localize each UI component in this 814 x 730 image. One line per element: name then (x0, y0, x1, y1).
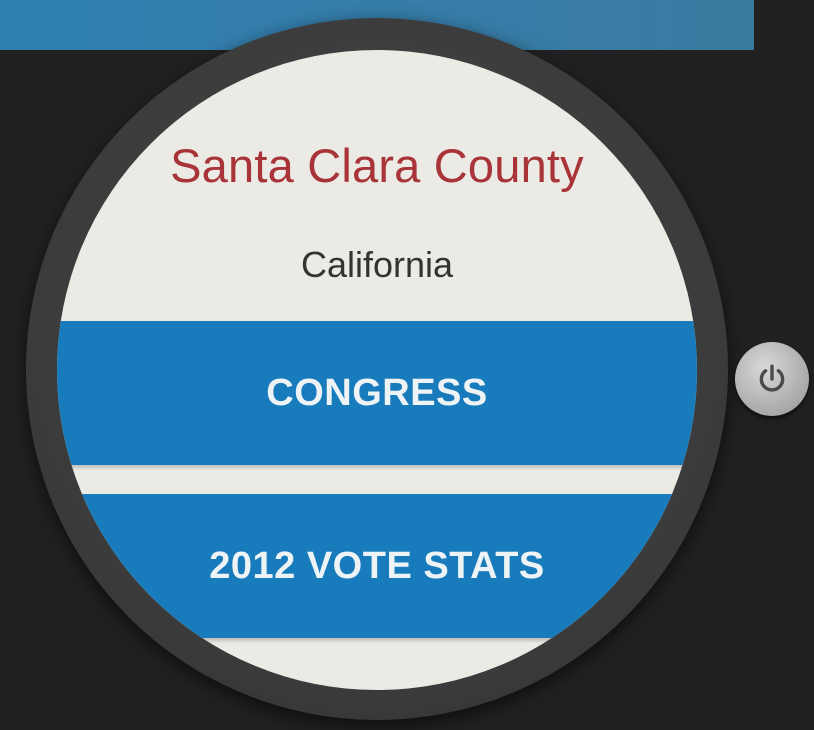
power-button[interactable] (735, 342, 809, 416)
emulator-stage: Santa Clara County California CONGRESS 2… (0, 0, 814, 730)
watch-screen: Santa Clara County California CONGRESS 2… (57, 50, 697, 690)
state-label: California (300, 244, 454, 285)
power-icon (759, 364, 785, 392)
county-title: Santa Clara County (170, 139, 584, 192)
vote-stats-button[interactable]: 2012 VOTE STATS (57, 494, 697, 638)
vote-stats-button-label: 2012 VOTE STATS (209, 545, 545, 587)
congress-button-label: CONGRESS (266, 372, 488, 414)
congress-button[interactable]: CONGRESS (57, 321, 697, 465)
